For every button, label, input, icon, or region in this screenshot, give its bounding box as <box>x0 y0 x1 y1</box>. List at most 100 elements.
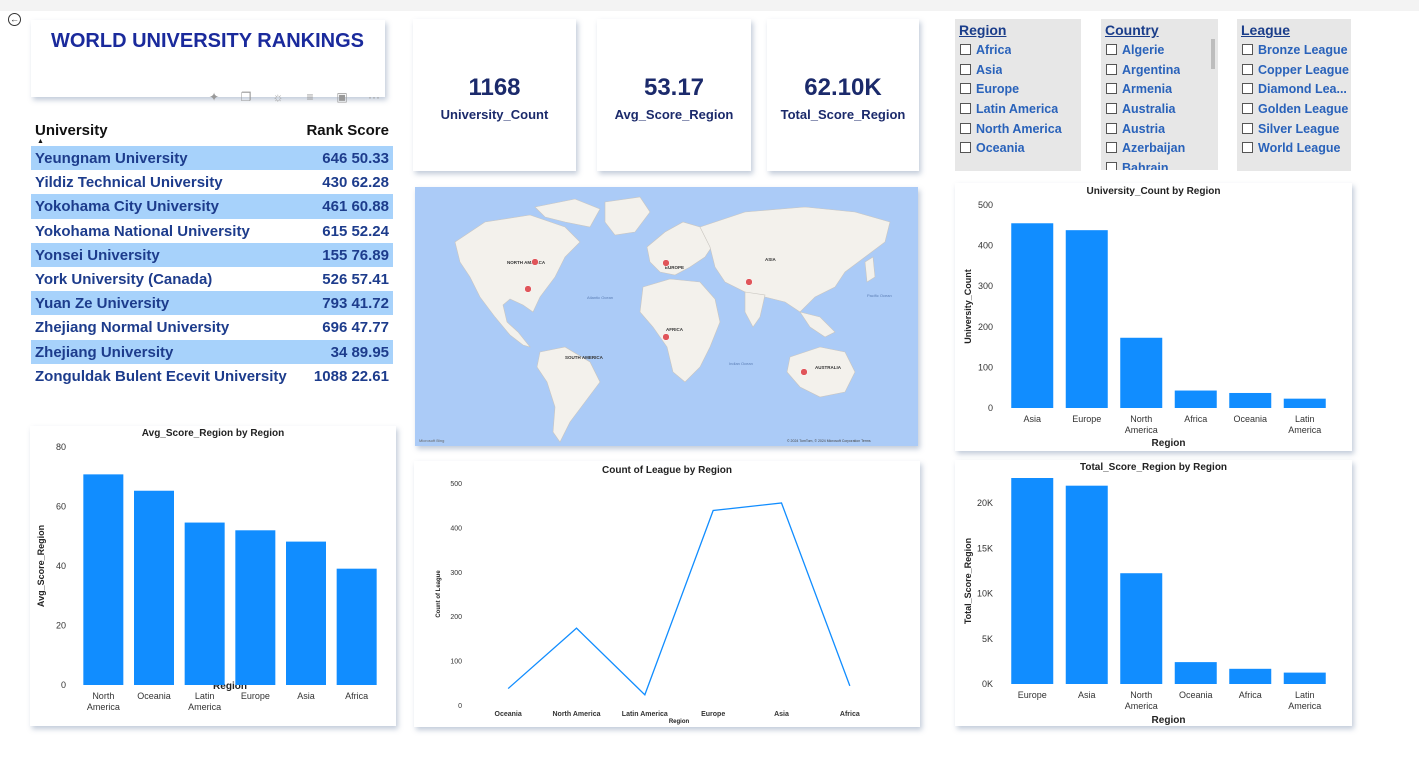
map-label: AFRICA <box>666 327 684 332</box>
line-point-north-america[interactable] <box>575 627 578 630</box>
copy-icon[interactable]: ❐ <box>230 90 262 106</box>
bar-asia[interactable] <box>1065 485 1108 684</box>
more-options-icon[interactable]: ··· <box>358 90 390 106</box>
bar-latin-america[interactable] <box>184 522 225 685</box>
map-marker-asia[interactable] <box>745 278 753 286</box>
bar-latin-america[interactable] <box>1283 398 1326 408</box>
bar-latin-america[interactable] <box>1283 672 1326 684</box>
bar-europe[interactable] <box>1065 230 1108 408</box>
checkbox-icon[interactable] <box>1106 64 1117 75</box>
slicer-item[interactable]: Europe <box>960 82 1019 96</box>
checkbox-icon[interactable] <box>960 142 971 153</box>
slicer-item[interactable]: Austria <box>1106 122 1165 136</box>
x-tick-label-africa: Africa <box>1184 414 1207 424</box>
avg-score-chart-card[interactable]: Avg_Score_Region by Region 0 20 40 60 80 Avg_… <box>30 426 396 726</box>
league-count-chart-card[interactable]: Count of League by Region 0 100 200 300 400 5… <box>414 461 920 727</box>
slicer-item[interactable]: Golden League <box>1242 102 1348 116</box>
table-row[interactable]: Yonsei University 155 76.89 <box>31 242 393 267</box>
checkbox-icon[interactable] <box>1242 103 1253 114</box>
slicer-item-label: Africa <box>976 43 1012 57</box>
checkbox-icon[interactable] <box>1106 162 1117 170</box>
checkbox-icon[interactable] <box>1106 103 1117 114</box>
table-row[interactable]: Zhejiang University 34 89.95 <box>31 339 393 364</box>
slicer-item[interactable]: Algerie <box>1106 43 1164 57</box>
checkbox-icon[interactable] <box>960 123 971 134</box>
map-marker-north-america[interactable] <box>524 285 532 293</box>
line-point-africa[interactable] <box>848 684 851 687</box>
scrollbar[interactable] <box>1211 39 1215 69</box>
slicer-item[interactable]: Diamond Lea... <box>1242 82 1347 96</box>
column-header-university[interactable]: University <box>35 122 108 139</box>
bar-europe[interactable] <box>235 530 276 685</box>
map-label: ASIA <box>765 257 777 262</box>
slicer-item[interactable]: Armenia <box>1106 82 1172 96</box>
bar-africa[interactable] <box>336 568 377 685</box>
map-marker-africa[interactable] <box>662 333 670 341</box>
checkbox-icon[interactable] <box>1106 83 1117 94</box>
bar-asia[interactable] <box>1011 223 1054 408</box>
slicer-item[interactable]: Australia <box>1106 102 1176 116</box>
bar-africa[interactable] <box>1229 668 1272 684</box>
checkbox-icon[interactable] <box>960 83 971 94</box>
map-marker-north-america[interactable] <box>531 258 539 266</box>
bar-europe[interactable] <box>1011 478 1054 684</box>
bar-north-america[interactable] <box>1120 337 1163 408</box>
checkbox-icon[interactable] <box>1242 142 1253 153</box>
table-row[interactable]: Yokohama National University 615 52.24 <box>31 219 393 243</box>
bar-africa[interactable] <box>1174 390 1217 408</box>
slicer-item[interactable]: Bronze League <box>1242 43 1348 57</box>
checkbox-icon[interactable] <box>960 44 971 55</box>
table-row[interactable]: Yildiz Technical University 430 62.28 <box>31 170 393 194</box>
slicer-item[interactable]: Oceania <box>960 141 1025 155</box>
bar-oceania[interactable] <box>1174 662 1217 684</box>
slicer-item[interactable]: Africa <box>960 43 1011 57</box>
checkbox-icon[interactable] <box>960 64 971 75</box>
slicer-item[interactable]: World League <box>1242 141 1340 155</box>
region-map[interactable]: NORTH AMERICA EUROPE ASIA AFRICA SOUTH A… <box>415 187 918 446</box>
bar-asia[interactable] <box>286 541 326 685</box>
pin-icon[interactable]: ✦ <box>198 90 230 106</box>
table-row[interactable]: Yeungnam University 646 50.33 <box>31 146 393 171</box>
checkbox-icon[interactable] <box>1106 44 1117 55</box>
checkbox-icon[interactable] <box>1242 64 1253 75</box>
slicer-item[interactable]: Bahrain <box>1106 161 1169 170</box>
total-score-chart-card[interactable]: Total_Score_Region by Region 0K 5K 10K 15K 2… <box>955 460 1352 726</box>
line-point-latin-america[interactable] <box>643 693 646 696</box>
line-point-oceania[interactable] <box>507 687 510 690</box>
line-point-europe[interactable] <box>712 509 715 512</box>
back-arrow-icon[interactable]: ← <box>8 13 21 26</box>
slicer-item[interactable]: Silver League <box>1242 122 1339 136</box>
checkbox-icon[interactable] <box>960 103 971 114</box>
table-row[interactable]: Zhejiang Normal University 696 47.77 <box>31 315 393 339</box>
slicer-item[interactable]: Argentina <box>1106 63 1180 77</box>
slicer-item[interactable]: Latin America <box>960 102 1058 116</box>
y-axis-label: Avg_Score_Region <box>36 525 46 607</box>
slicer-item[interactable]: Asia <box>960 63 1002 77</box>
bar-north-america[interactable] <box>83 474 124 685</box>
slicer-item[interactable]: North America <box>960 122 1062 136</box>
bar-north-america[interactable] <box>1120 573 1163 684</box>
focus-mode-icon[interactable]: ▣ <box>326 90 358 106</box>
table-row[interactable]: Yuan Ze University 793 41.72 <box>31 291 393 316</box>
bar-oceania[interactable] <box>134 490 174 685</box>
checkbox-icon[interactable] <box>1242 44 1253 55</box>
bar-oceania[interactable] <box>1229 392 1272 408</box>
filter-icon[interactable]: ≡ <box>294 90 326 106</box>
map-marker-australia[interactable] <box>800 368 808 376</box>
university-count-chart-card[interactable]: University_Count by Region 0 100 200 300 400… <box>955 183 1352 451</box>
line-point-asia[interactable] <box>780 501 783 504</box>
bell-icon[interactable]: ☼ <box>262 90 294 106</box>
checkbox-icon[interactable] <box>1106 142 1117 153</box>
table-row[interactable]: Yokohama City University 461 60.88 <box>31 194 393 219</box>
column-header-rank-score[interactable]: Rank Score <box>306 122 389 139</box>
slicer-item[interactable]: Copper League <box>1242 63 1349 77</box>
table-row[interactable]: Zonguldak Bulent Ecevit University 1088 2… <box>31 364 393 388</box>
table-row[interactable]: York University (Canada) 526 57.41 <box>31 267 393 291</box>
checkbox-icon[interactable] <box>1106 123 1117 134</box>
slicer-item[interactable]: Azerbaijan <box>1106 141 1185 155</box>
checkbox-icon[interactable] <box>1242 123 1253 134</box>
checkbox-icon[interactable] <box>1242 83 1253 94</box>
map-marker-europe[interactable] <box>662 259 670 267</box>
x-tick-label-oceania: Oceania <box>1179 690 1213 700</box>
league-count-line[interactable] <box>507 502 851 696</box>
